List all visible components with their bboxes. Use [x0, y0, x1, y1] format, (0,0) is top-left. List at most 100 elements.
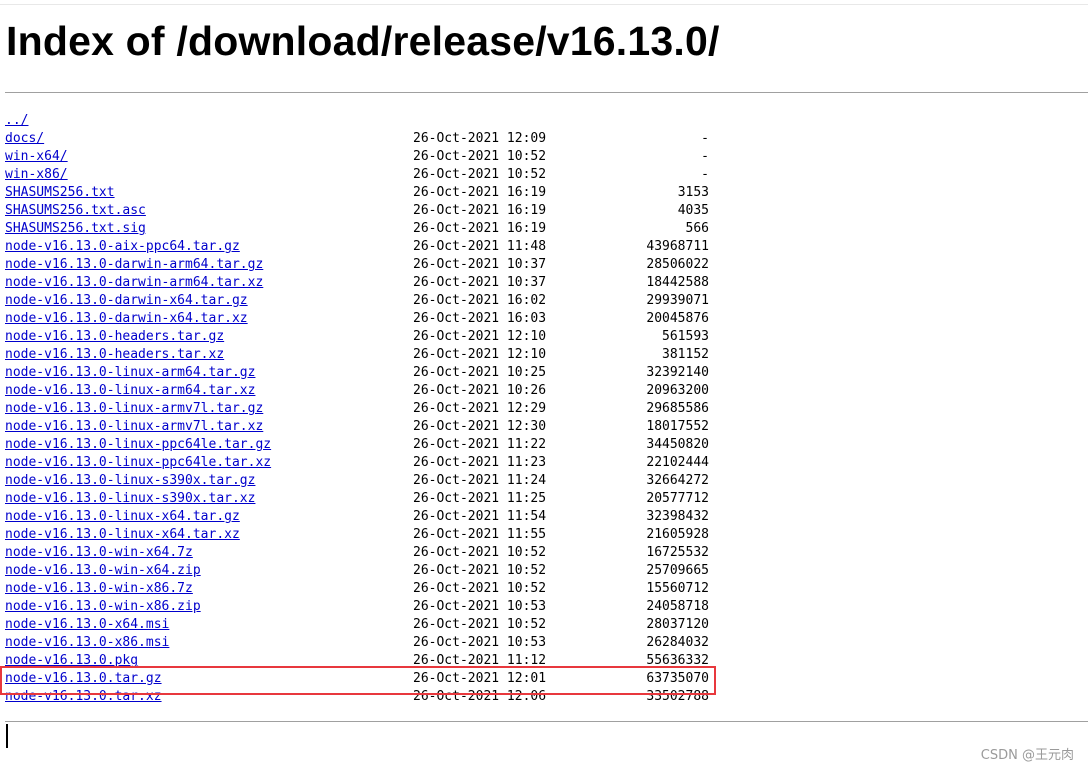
file-link[interactable]: SHASUMS256.txt — [5, 184, 115, 202]
file-date: 26-Oct-2021 12:06 — [413, 689, 547, 704]
file-link[interactable]: node-v16.13.0-linux-x64.tar.gz — [5, 508, 240, 526]
file-date: 26-Oct-2021 10:37 — [413, 257, 547, 272]
file-size: 15560712 — [646, 581, 709, 596]
file-link[interactable]: SHASUMS256.txt.sig — [5, 220, 146, 238]
file-link[interactable]: node-v16.13.0.pkg — [5, 652, 138, 670]
file-date: 26-Oct-2021 12:29 — [413, 401, 547, 416]
listing-row: node-v16.13.0-win-x86.7z 26-Oct-2021 10:5… — [0, 580, 720, 598]
file-date: 26-Oct-2021 16:19 — [413, 185, 547, 200]
file-size: 20577712 — [646, 491, 709, 506]
top-border — [0, 4, 1088, 5]
listing-row: node-v16.13.0.tar.gz 26-Oct-2021 12:01 637… — [0, 670, 720, 688]
file-size: 63735070 — [646, 671, 709, 686]
file-link[interactable]: node-v16.13.0-win-x64.7z — [5, 544, 193, 562]
file-link[interactable]: node-v16.13.0-aix-ppc64.tar.gz — [5, 238, 240, 256]
file-link[interactable]: node-v16.13.0-win-x86.zip — [5, 598, 201, 616]
listing-row: node-v16.13.0.tar.xz 26-Oct-2021 12:06 335… — [0, 688, 720, 706]
file-link[interactable]: node-v16.13.0-linux-armv7l.tar.xz — [5, 418, 263, 436]
file-link[interactable]: node-v16.13.0-win-x64.zip — [5, 562, 201, 580]
file-date: 26-Oct-2021 10:52 — [413, 149, 547, 164]
file-link[interactable]: node-v16.13.0-darwin-x64.tar.gz — [5, 292, 248, 310]
file-size: 32664272 — [646, 473, 709, 488]
listing-row: win-x86/26-Oct-2021 10:52 - — [0, 166, 720, 184]
file-size: 34450820 — [646, 437, 709, 452]
listing-row: node-v16.13.0-linux-s390x.tar.gz 26-Oct-2… — [0, 472, 720, 490]
file-size: 18017552 — [646, 419, 709, 434]
file-link[interactable]: node-v16.13.0-linux-armv7l.tar.gz — [5, 400, 263, 418]
header-divider — [5, 92, 1088, 93]
file-date: 26-Oct-2021 10:52 — [413, 563, 547, 578]
file-link[interactable]: SHASUMS256.txt.asc — [5, 202, 146, 220]
file-size: 32398432 — [646, 509, 709, 524]
file-link[interactable]: node-v16.13.0-linux-ppc64le.tar.xz — [5, 454, 271, 472]
listing-row: node-v16.13.0-linux-x64.tar.xz 26-Oct-202… — [0, 526, 720, 544]
file-link[interactable]: ../ — [5, 112, 28, 130]
file-date: 26-Oct-2021 12:10 — [413, 347, 547, 362]
file-date: 26-Oct-2021 11:12 — [413, 653, 547, 668]
file-link[interactable]: node-v16.13.0-x86.msi — [5, 634, 169, 652]
file-link[interactable]: node-v16.13.0-x64.msi — [5, 616, 169, 634]
listing-row: node-v16.13.0-x86.msi 26-Oct-2021 10:53 26… — [0, 634, 720, 652]
listing-row: node-v16.13.0-win-x86.zip 26-Oct-2021 10:… — [0, 598, 720, 616]
file-date: 26-Oct-2021 11:23 — [413, 455, 547, 470]
file-date: 26-Oct-2021 16:03 — [413, 311, 547, 326]
file-date: 26-Oct-2021 10:53 — [413, 599, 547, 614]
file-link[interactable]: node-v16.13.0-win-x86.7z — [5, 580, 193, 598]
file-link[interactable]: node-v16.13.0-linux-x64.tar.xz — [5, 526, 240, 544]
file-date: 26-Oct-2021 10:25 — [413, 365, 547, 380]
file-link[interactable]: node-v16.13.0-darwin-arm64.tar.xz — [5, 274, 263, 292]
file-date: 26-Oct-2021 11:24 — [413, 473, 547, 488]
file-date: 26-Oct-2021 11:54 — [413, 509, 547, 524]
file-date: 26-Oct-2021 10:37 — [413, 275, 547, 290]
file-date: 26-Oct-2021 16:02 — [413, 293, 547, 308]
file-size: 29939071 — [646, 293, 709, 308]
file-size: 561593 — [662, 329, 709, 344]
file-size: 20963200 — [646, 383, 709, 398]
file-date: 26-Oct-2021 16:19 — [413, 203, 547, 218]
listing-row: SHASUMS256.txt 26-Oct-2021 16:19 3153 — [0, 184, 720, 202]
file-size: 18442588 — [646, 275, 709, 290]
file-link[interactable]: node-v16.13.0.tar.gz — [5, 670, 162, 688]
file-link[interactable]: node-v16.13.0-headers.tar.xz — [5, 346, 224, 364]
file-link[interactable]: docs/ — [5, 130, 44, 148]
file-link[interactable]: node-v16.13.0-linux-arm64.tar.gz — [5, 364, 255, 382]
file-date: 26-Oct-2021 10:26 — [413, 383, 547, 398]
file-link[interactable]: win-x86/ — [5, 166, 68, 184]
file-size: 25709665 — [646, 563, 709, 578]
file-date: 26-Oct-2021 16:19 — [413, 221, 547, 236]
file-size: 32392140 — [646, 365, 709, 380]
file-size: 33502788 — [646, 689, 709, 704]
directory-listing: ../docs/26-Oct-2021 12:09- win-x64/26-Oct… — [0, 112, 720, 706]
file-date: 26-Oct-2021 12:01 — [413, 671, 547, 686]
footer-divider — [5, 721, 1088, 722]
text-cursor — [6, 724, 8, 748]
file-size: 55636332 — [646, 653, 709, 668]
file-size: 381152 — [662, 347, 709, 362]
watermark: CSDN @王元肉 — [980, 748, 1074, 763]
file-link[interactable]: node-v16.13.0-darwin-arm64.tar.gz — [5, 256, 263, 274]
file-date: 26-Oct-2021 11:48 — [413, 239, 547, 254]
file-size: - — [701, 167, 709, 182]
listing-row: win-x64/26-Oct-2021 10:52 - — [0, 148, 720, 166]
file-link[interactable]: node-v16.13.0-linux-ppc64le.tar.gz — [5, 436, 271, 454]
file-size: 29685586 — [646, 401, 709, 416]
file-size: 16725532 — [646, 545, 709, 560]
listing-row: node-v16.13.0-linux-s390x.tar.xz 26-Oct-2… — [0, 490, 720, 508]
file-link[interactable]: node-v16.13.0.tar.xz — [5, 688, 162, 706]
listing-row: ../ — [0, 112, 720, 130]
file-size: 24058718 — [646, 599, 709, 614]
file-link[interactable]: node-v16.13.0-linux-arm64.tar.xz — [5, 382, 255, 400]
file-date: 26-Oct-2021 10:52 — [413, 617, 547, 632]
listing-row: node-v16.13.0-darwin-arm64.tar.gz 26-Oct-… — [0, 256, 720, 274]
file-size: 566 — [685, 221, 709, 236]
file-link[interactable]: node-v16.13.0-headers.tar.gz — [5, 328, 224, 346]
file-link[interactable]: node-v16.13.0-linux-s390x.tar.xz — [5, 490, 255, 508]
file-link[interactable]: node-v16.13.0-linux-s390x.tar.gz — [5, 472, 255, 490]
file-size: 22102444 — [646, 455, 709, 470]
listing-row: node-v16.13.0-aix-ppc64.tar.gz 26-Oct-202… — [0, 238, 720, 256]
file-size: 26284032 — [646, 635, 709, 650]
file-link[interactable]: win-x64/ — [5, 148, 68, 166]
file-link[interactable]: node-v16.13.0-darwin-x64.tar.xz — [5, 310, 248, 328]
file-date: 26-Oct-2021 11:25 — [413, 491, 547, 506]
file-date: 26-Oct-2021 12:10 — [413, 329, 547, 344]
